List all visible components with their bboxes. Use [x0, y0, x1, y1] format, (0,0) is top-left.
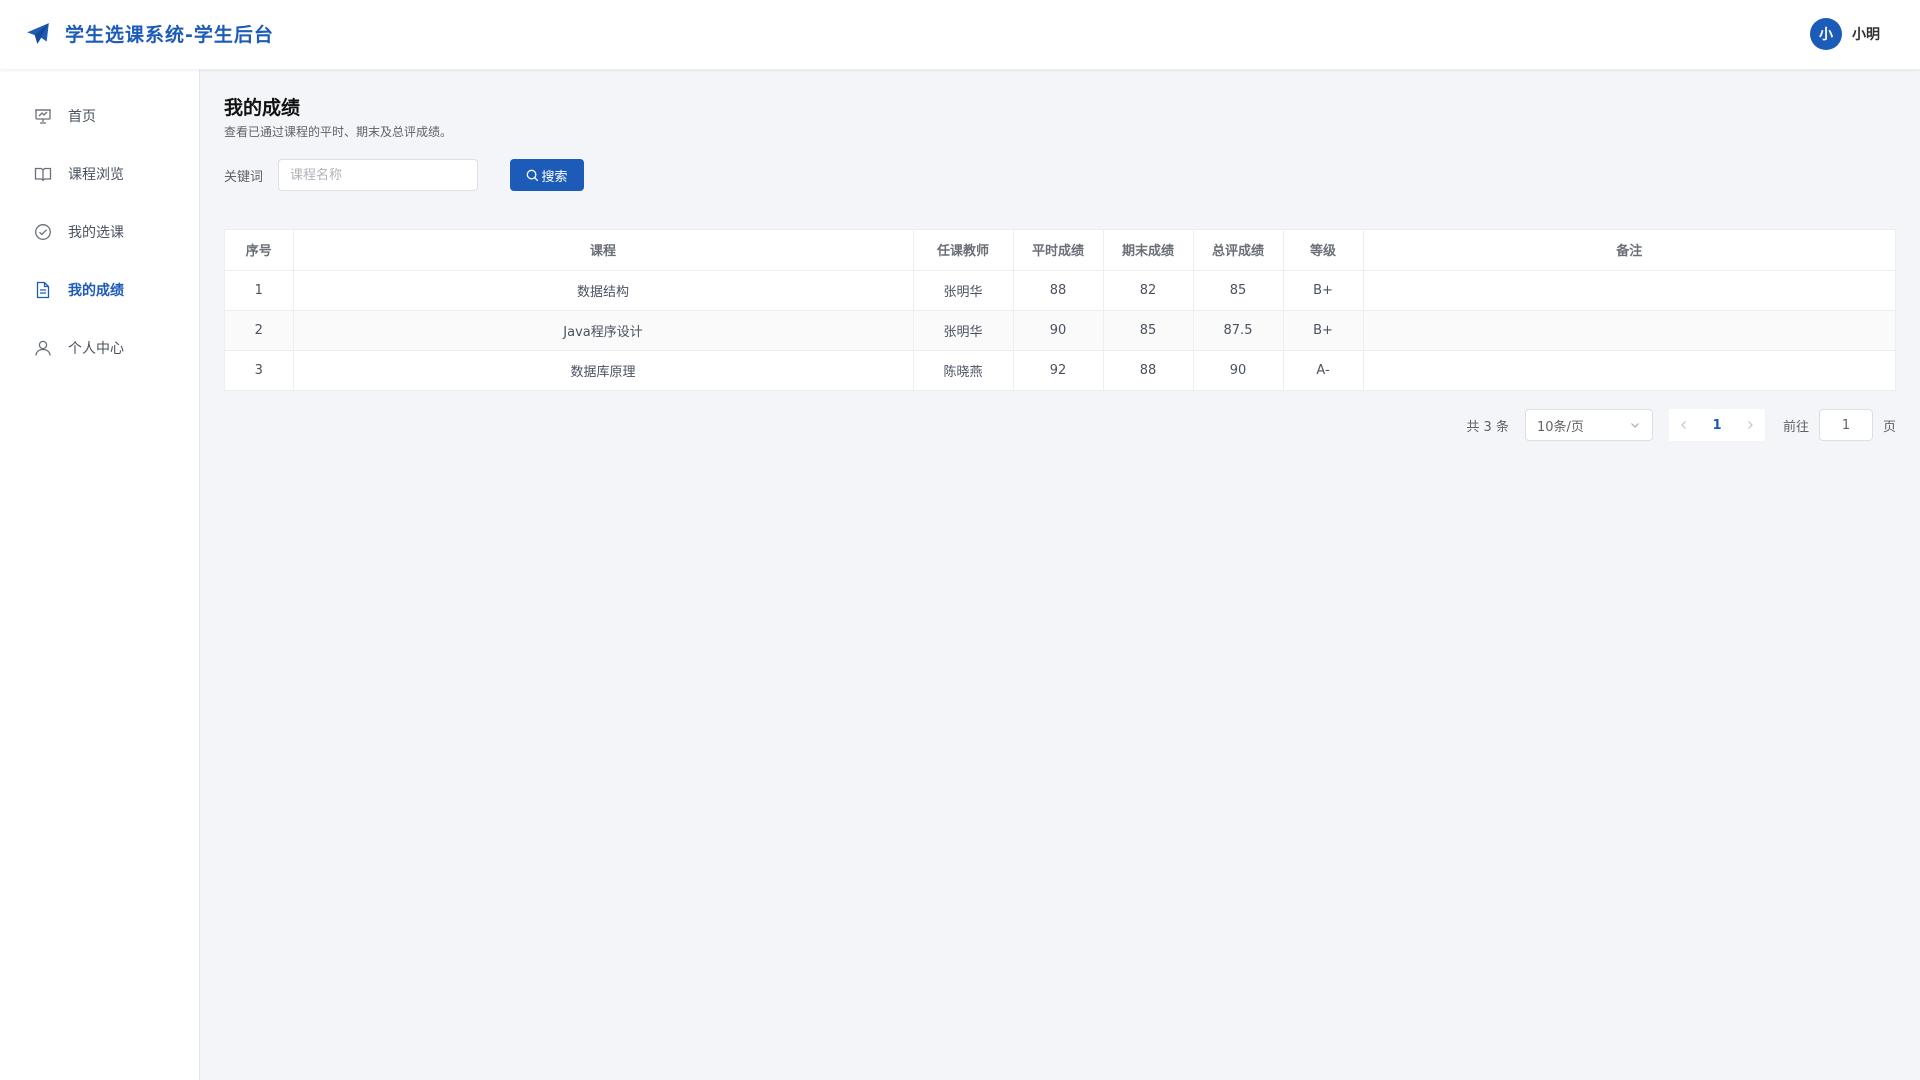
cell-grade: A-	[1283, 350, 1364, 390]
cell-usual-score: 92	[1013, 350, 1104, 390]
cell-total-score: 87.5	[1193, 310, 1284, 351]
cell-teacher: 张明华	[913, 310, 1014, 351]
avatar[interactable]: 小	[1810, 18, 1842, 50]
sidebar-item-home[interactable]: 首页	[0, 96, 199, 136]
sidebar-item-courses[interactable]: 课程浏览	[0, 154, 199, 194]
sidebar: 首页 课程浏览 我的选课 我的成绩 个人中心	[0, 69, 200, 1080]
chevron-left-icon	[1681, 421, 1686, 429]
column-header: 等级	[1283, 230, 1364, 271]
page-size-select[interactable]: 10条/页	[1524, 409, 1653, 441]
table-header-row: 序号 课程 任课教师 平时成绩 期末成绩 总评成绩 等级 备注	[225, 230, 1895, 271]
cell-total-score: 85	[1193, 270, 1284, 311]
search-input[interactable]	[278, 159, 478, 191]
chevron-down-icon	[1629, 419, 1641, 431]
cell-grade: B+	[1283, 310, 1364, 351]
keyword-label: 关键词	[224, 170, 264, 185]
check-circle-icon	[34, 223, 52, 241]
paper-plane-icon	[25, 21, 51, 47]
goto-page-input[interactable]	[1818, 409, 1873, 441]
user-menu[interactable]: 小 小明	[1810, 18, 1880, 50]
sidebar-item-my-grades[interactable]: 我的成绩	[0, 270, 199, 310]
sidebar-item-label: 个人中心	[68, 341, 124, 357]
search-button[interactable]: 搜索	[510, 159, 584, 191]
cell-remark	[1363, 270, 1895, 311]
book-icon	[34, 165, 52, 183]
document-icon	[34, 281, 52, 299]
presentation-icon	[34, 107, 52, 125]
cell-usual-score: 88	[1013, 270, 1104, 311]
cell-final-score: 85	[1103, 310, 1194, 351]
pagination: 共 3 条 10条/页 1 前往 页	[1466, 409, 1896, 441]
goto-suffix: 页	[1882, 419, 1896, 435]
brand[interactable]: 学生选课系统-学生后台	[25, 20, 274, 47]
table-row: 3 数据库原理 陈晓燕 92 88 90 A-	[225, 350, 1895, 390]
user-icon	[34, 339, 52, 357]
cell-final-score: 88	[1103, 350, 1194, 390]
column-header: 任课教师	[913, 230, 1014, 271]
top-header: 学生选课系统-学生后台 小 小明	[0, 0, 1920, 69]
cell-course: 数据库原理	[293, 350, 914, 390]
search-button-label: 搜索	[541, 169, 568, 185]
column-header: 备注	[1363, 230, 1895, 271]
column-header: 课程	[293, 230, 914, 271]
cell-teacher: 张明华	[913, 270, 1014, 311]
goto-label: 前往	[1782, 419, 1809, 435]
sidebar-item-label: 课程浏览	[68, 167, 124, 183]
cell-course: 数据结构	[293, 270, 914, 311]
sidebar-item-label: 首页	[68, 109, 96, 125]
page-number-current[interactable]: 1	[1698, 409, 1735, 441]
username[interactable]: 小明	[1852, 24, 1880, 44]
prev-page-button[interactable]	[1668, 409, 1699, 441]
pagination-total: 共 3 条	[1466, 419, 1509, 435]
cell-total-score: 90	[1193, 350, 1284, 390]
search-icon	[526, 169, 539, 182]
page-size-value: 10条/页	[1536, 419, 1584, 435]
next-page-button[interactable]	[1734, 409, 1765, 441]
app-title: 学生选课系统-学生后台	[65, 24, 274, 46]
sidebar-item-label: 我的成绩	[68, 283, 124, 299]
cell-index: 2	[225, 310, 294, 351]
sidebar-item-profile[interactable]: 个人中心	[0, 328, 199, 368]
cell-teacher: 陈晓燕	[913, 350, 1014, 390]
cell-remark	[1363, 310, 1895, 351]
chevron-right-icon	[1748, 421, 1753, 429]
column-header: 序号	[225, 230, 294, 271]
cell-index: 3	[225, 350, 294, 390]
grades-table: 序号 课程 任课教师 平时成绩 期末成绩 总评成绩 等级 备注 1 数据结构 张…	[224, 229, 1896, 391]
cell-course: Java程序设计	[293, 310, 914, 351]
sidebar-item-my-selections[interactable]: 我的选课	[0, 212, 199, 252]
cell-index: 1	[225, 270, 294, 311]
column-header: 平时成绩	[1013, 230, 1104, 271]
column-header: 总评成绩	[1193, 230, 1284, 271]
page-title: 我的成绩	[224, 97, 301, 119]
table-row: 2 Java程序设计 张明华 90 85 87.5 B+	[225, 310, 1895, 351]
column-header: 期末成绩	[1103, 230, 1194, 271]
cell-remark	[1363, 350, 1895, 390]
cell-final-score: 82	[1103, 270, 1194, 311]
cell-usual-score: 90	[1013, 310, 1104, 351]
sidebar-item-label: 我的选课	[68, 225, 124, 241]
table-row: 1 数据结构 张明华 88 82 85 B+	[225, 270, 1895, 311]
cell-grade: B+	[1283, 270, 1364, 311]
page-subtitle: 查看已通过课程的平时、期末及总评成绩。	[224, 125, 453, 139]
